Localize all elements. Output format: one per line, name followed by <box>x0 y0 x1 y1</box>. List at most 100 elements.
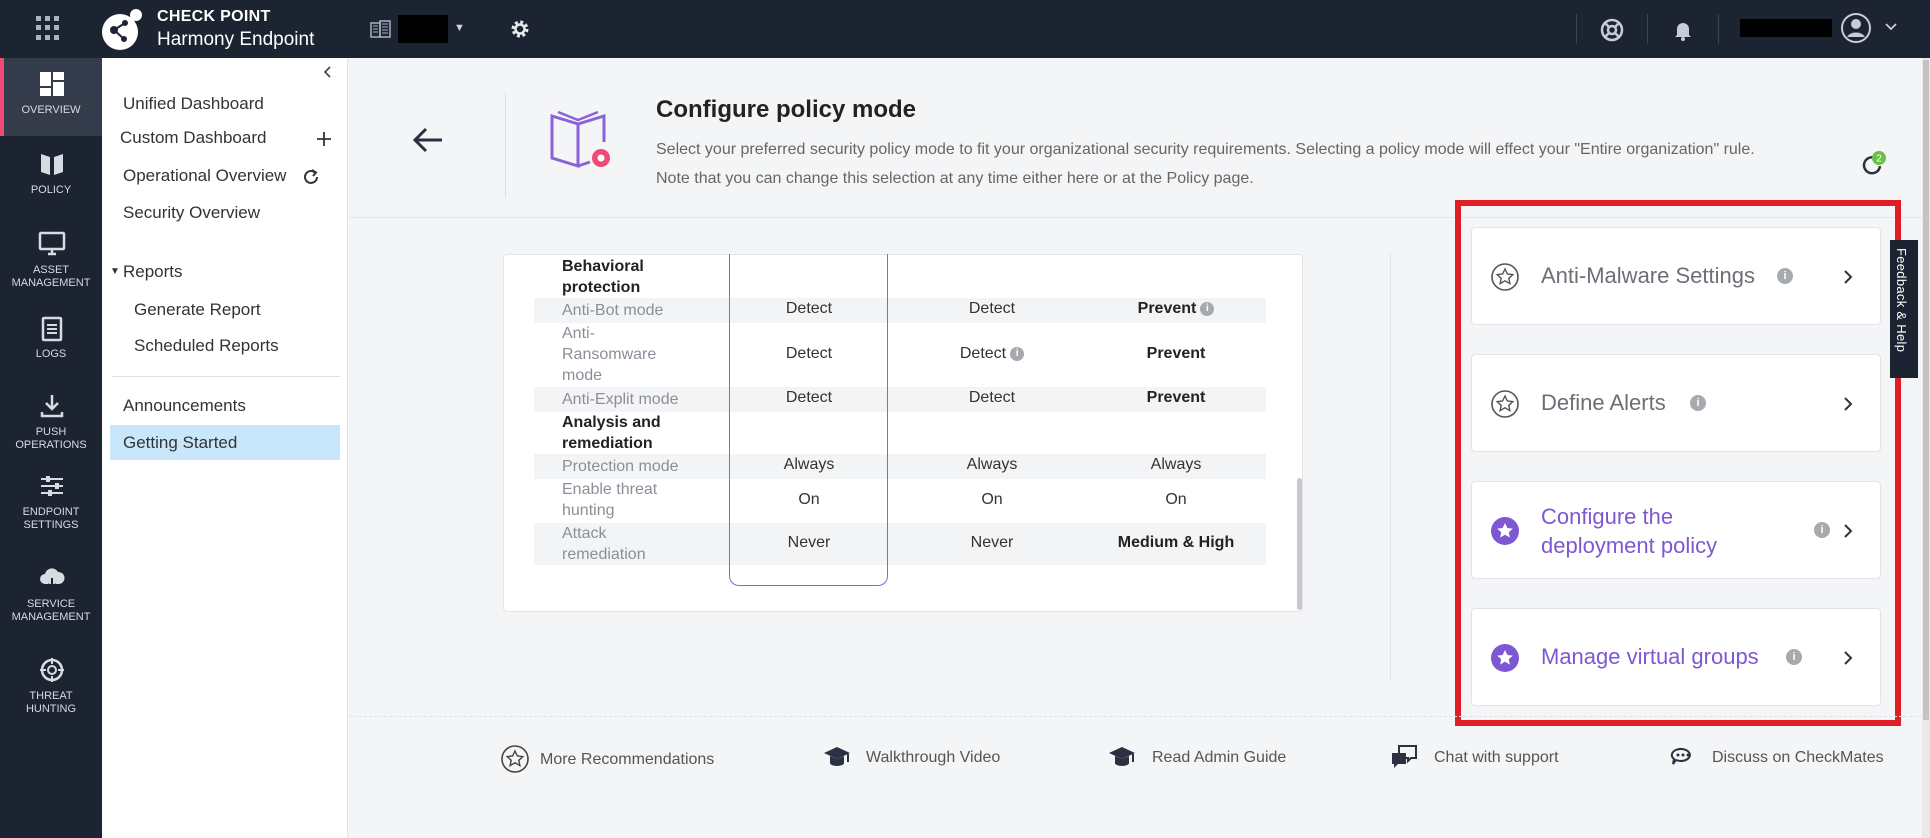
link-label: Discuss on CheckMates <box>1712 749 1884 766</box>
collapse-chevron-icon[interactable] <box>320 64 336 80</box>
cell-mode-2: Always <box>966 456 1018 473</box>
header-divider <box>505 93 506 197</box>
dashboard-icon <box>40 72 64 96</box>
feedback-tab-label: Feedback & Help <box>1894 248 1909 353</box>
submenu-unified-dashboard[interactable]: Unified Dashboard <box>123 94 264 114</box>
description-line: Select your preferred security policy mo… <box>656 141 1755 158</box>
download-icon <box>40 395 64 418</box>
page-scrollbar[interactable] <box>1922 58 1930 838</box>
row-label: Anti-Bot mode <box>562 302 664 319</box>
star-outline-icon <box>501 745 529 773</box>
help-lifebuoy-icon[interactable] <box>1599 17 1625 43</box>
nav-push-operations[interactable]: PUSH OPERATIONS <box>0 380 102 458</box>
info-icon[interactable]: i <box>1010 346 1025 361</box>
description-line: Note that you can change this selection … <box>656 170 1254 187</box>
section-heading-line: protection <box>562 279 641 296</box>
cell-value: Detect <box>959 345 1007 362</box>
sync-status-icon[interactable]: 2 <box>1858 150 1888 180</box>
submenu-custom-dashboard[interactable]: Custom Dashboard <box>120 128 266 148</box>
back-arrow-icon[interactable] <box>410 122 446 158</box>
check-point-logo <box>102 9 142 50</box>
main-navigation: OVERVIEW POLICY ASSET MANAGEMENT LOGS PU… <box>0 58 102 838</box>
graduation-cap-icon <box>824 747 850 766</box>
nav-label: POLICY <box>30 184 72 196</box>
graduation-cap-icon <box>1109 747 1135 766</box>
clipboard-icon <box>41 316 63 342</box>
nav-overview[interactable]: OVERVIEW <box>0 58 102 136</box>
row-label-line: mode <box>562 367 603 384</box>
row-label-line: hunting <box>562 502 615 519</box>
row-label: Enable threat hunting <box>562 479 657 521</box>
tenant-selector[interactable] <box>398 15 448 43</box>
link-label: More Recommendations <box>540 751 715 768</box>
policy-settings-book-icon <box>550 110 610 169</box>
bell-icon[interactable] <box>1670 17 1696 43</box>
row-label: Anti- Ransomware mode <box>562 323 656 386</box>
submenu-generate-report[interactable]: Generate Report <box>134 300 261 320</box>
submenu-reports[interactable]: Reports <box>123 262 183 282</box>
row-label-line: remediation <box>562 546 646 563</box>
row-label-line: Anti- <box>562 325 595 342</box>
footer-divider <box>349 716 1922 717</box>
table-row: Anti-Bot mode Detect Detect Prevent i <box>534 298 1266 323</box>
page-scrollbar-thumb[interactable] <box>1923 60 1929 720</box>
submenu-scheduled-reports[interactable]: Scheduled Reports <box>134 336 279 356</box>
submenu-getting-started[interactable]: Getting Started <box>110 425 340 460</box>
section-heading-line: Behavioral <box>562 258 644 275</box>
page-description: Select your preferred security policy mo… <box>656 135 1796 193</box>
topbar-divider <box>1576 14 1577 44</box>
chevron-down-icon[interactable] <box>1884 20 1898 34</box>
table-row: Protection mode Always Always Always <box>534 454 1266 479</box>
info-icon[interactable]: i <box>1200 301 1215 316</box>
nav-policy[interactable]: POLICY <box>0 138 102 216</box>
refresh-icon[interactable] <box>302 168 320 186</box>
expand-caret-icon[interactable]: ▼ <box>110 266 120 277</box>
table-scrollbar[interactable] <box>1297 478 1302 610</box>
cell-mode-2: Detect <box>968 300 1016 317</box>
chat-bubbles-icon <box>1392 745 1417 768</box>
nav-endpoint-settings[interactable]: ENDPOINT SETTINGS <box>0 460 102 538</box>
row-label-line: Attack <box>562 525 607 542</box>
cell-mode-3: On <box>1165 491 1187 508</box>
link-label: Chat with support <box>1434 749 1559 766</box>
cell-mode-2: Detect i <box>912 345 1072 363</box>
user-avatar-icon[interactable] <box>1840 12 1872 44</box>
building-icon <box>370 20 391 38</box>
nav-label: PUSH OPERATIONS <box>15 426 87 451</box>
cloud-icon <box>40 568 65 590</box>
row-label-line: Ransomware <box>562 346 657 363</box>
link-label: Read Admin Guide <box>1152 749 1287 766</box>
link-label: Walkthrough Video <box>866 749 1001 766</box>
plus-icon[interactable] <box>315 130 333 148</box>
highlight-frame <box>1455 200 1901 726</box>
feedback-help-tab[interactable]: Feedback & Help <box>1890 240 1918 378</box>
submenu-announcements[interactable]: Announcements <box>123 396 246 416</box>
tenant-dropdown-caret-icon[interactable]: ▼ <box>454 22 465 34</box>
nav-threat-hunting[interactable]: THREAT HUNTING <box>0 644 102 722</box>
submenu-security-overview[interactable]: Security Overview <box>123 203 260 223</box>
content-divider <box>1390 254 1391 680</box>
page-title: Configure policy mode <box>656 96 917 123</box>
cell-mode-3: Medium & High <box>1117 534 1235 551</box>
nav-service-management[interactable]: SERVICE MANAGEMENT <box>0 552 102 630</box>
user-name[interactable] <box>1740 19 1832 37</box>
nav-label: OVERVIEW <box>21 104 81 116</box>
nav-logs[interactable]: LOGS <box>0 302 102 380</box>
row-label: Attack remediation <box>562 523 646 565</box>
cell-mode-3: Always <box>1150 456 1202 473</box>
nav-asset-management[interactable]: ASSET MANAGEMENT <box>0 218 102 296</box>
cell-mode-2: On <box>981 491 1003 508</box>
gear-icon[interactable] <box>508 17 532 41</box>
table-row: Anti-Explit mode Detect Detect Prevent <box>534 387 1266 412</box>
brand-name: CHECK POINT <box>157 8 271 25</box>
cell-mode-2: Detect <box>968 389 1016 406</box>
apps-grid-icon[interactable] <box>36 16 64 40</box>
selected-mode-column[interactable] <box>729 254 888 586</box>
row-label: Anti-Explit mode <box>562 391 679 408</box>
table-section-heading: Behavioral protection <box>562 256 644 298</box>
submenu-operational-overview[interactable]: Operational Overview <box>123 166 286 186</box>
product-name: Harmony Endpoint <box>157 29 315 50</box>
nav-label: LOGS <box>35 348 67 360</box>
table-section-heading: Analysis and remediation <box>562 412 661 454</box>
discussion-icon <box>1670 747 1691 765</box>
